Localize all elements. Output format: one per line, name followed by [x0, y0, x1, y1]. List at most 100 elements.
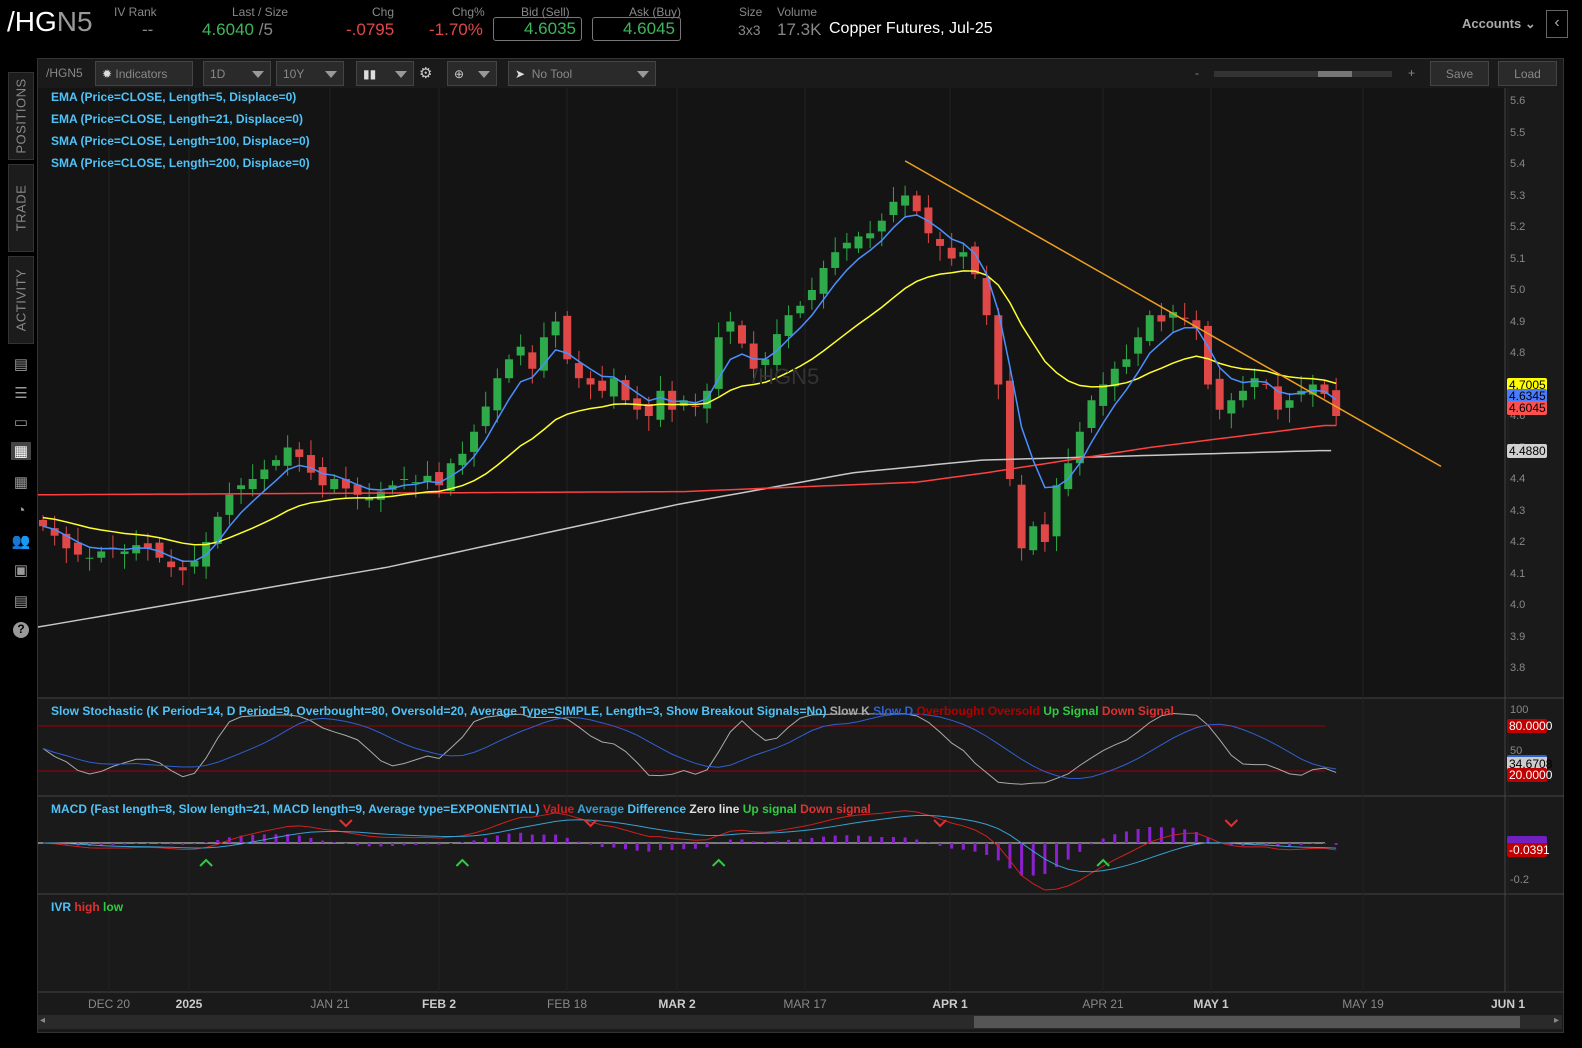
candle-body: [842, 242, 851, 249]
price-axis-label: 5.6: [1510, 95, 1526, 107]
candle-body: [598, 380, 607, 391]
candle-body: [539, 337, 548, 371]
up-signal-icon: [711, 858, 726, 867]
macd-axis-neg02: -0.2: [1510, 874, 1529, 886]
scrollbar-thumb[interactable]: [974, 1016, 1520, 1028]
candle-body: [1332, 390, 1341, 416]
candle-body: [237, 485, 246, 490]
candle-body: [1087, 400, 1096, 428]
date-axis-label: APR 21: [1082, 997, 1124, 1011]
candle-body: [1005, 380, 1014, 479]
candle-body: [901, 195, 910, 206]
price-axis-label: 5.3: [1510, 189, 1526, 202]
scroll-left-icon[interactable]: ◂: [40, 1015, 45, 1026]
candle-body: [1215, 378, 1224, 410]
candle-body: [1029, 526, 1038, 551]
date-axis-label: FEB 2: [421, 997, 457, 1011]
candle-body: [819, 267, 828, 294]
candle-body: [714, 337, 723, 389]
overbought-tag: 80.0000: [1507, 719, 1553, 733]
candle-body: [866, 233, 875, 239]
legend-item: Slow K: [829, 704, 874, 718]
candle-body: [213, 516, 222, 544]
macd-average-line: [42, 814, 1337, 873]
candle-body: [516, 346, 525, 356]
macd-value-tag: -0.0391: [1507, 843, 1550, 857]
price-axis-label: 5.1: [1510, 252, 1526, 265]
legend-item: Up signal: [742, 802, 801, 816]
slow-k-line: [42, 713, 1337, 785]
price-axis-label: 4.4: [1510, 473, 1526, 485]
candle-body: [318, 467, 327, 486]
price-tag: 4.6045: [1507, 401, 1547, 415]
ivr-title[interactable]: IVR high low: [51, 900, 123, 914]
candle-body: [225, 494, 234, 515]
price-axis-label: 4.2: [1510, 536, 1526, 548]
candle-body: [726, 321, 735, 332]
stoch-title[interactable]: Slow Stochastic (K Period=14, D Period=9…: [51, 704, 1174, 718]
candle-body: [772, 334, 781, 365]
candle-body: [97, 551, 106, 558]
candle-body: [1320, 384, 1329, 394]
legend-item: Up Signal: [1043, 704, 1102, 718]
legend-item: Average: [577, 802, 628, 816]
candle-body: [1040, 524, 1049, 542]
candle-body: [470, 431, 479, 452]
date-axis-label: APR 1: [932, 997, 968, 1011]
candle-body: [1145, 315, 1154, 342]
macd-title[interactable]: MACD (Fast length=8, Slow length=21, MAC…: [51, 802, 871, 816]
candle-body: [528, 352, 537, 369]
candle-body: [936, 238, 945, 246]
candle-body: [831, 252, 840, 268]
legend-item: Down Signal: [1101, 704, 1174, 718]
candle-body: [947, 247, 956, 259]
candle-body: [1017, 484, 1026, 549]
candle-body: [283, 447, 292, 466]
date-axis-label: 2025: [175, 997, 203, 1011]
candle-body: [73, 542, 82, 555]
stoch-axis-100: 100: [1510, 704, 1529, 716]
legend-item: Oversold: [987, 704, 1044, 718]
down-signal-icon: [933, 819, 947, 828]
down-signal-icon: [1224, 819, 1239, 828]
date-axis-label: JUN 1: [1490, 997, 1526, 1011]
up-signal-icon: [455, 858, 470, 867]
candle-body: [912, 195, 921, 212]
price-axis-label: 5.4: [1510, 158, 1526, 170]
price-tag: 4.4880: [1507, 444, 1547, 458]
legend-item: Difference: [627, 802, 690, 816]
candle-body: [1250, 378, 1259, 388]
price-axis-label: 3.8: [1510, 662, 1526, 674]
candle-body: [574, 363, 583, 379]
price-axis-label: 4.0: [1510, 599, 1526, 611]
study-ema5[interactable]: EMA (Price=CLOSE, Length=5, Displace=0): [51, 90, 296, 104]
legend-item: Value: [542, 802, 578, 816]
candle-body: [1157, 315, 1166, 322]
candle-body: [1134, 337, 1143, 354]
price-axis-label: 5.5: [1510, 126, 1526, 139]
date-axis-label: JAN 21: [310, 997, 350, 1011]
candle-body: [39, 519, 47, 527]
candle-body: [85, 557, 94, 559]
candle-body: [691, 405, 700, 407]
legend-item: Down signal: [800, 802, 871, 816]
date-axis-label: MAR 17: [783, 997, 827, 1011]
horizontal-scrollbar[interactable]: ◂ ▸: [38, 1015, 1562, 1029]
legend-item: Overbought: [916, 704, 988, 718]
study-sma200[interactable]: SMA (Price=CLOSE, Length=200, Displace=0…: [51, 156, 310, 170]
macd-value-line: [42, 810, 1337, 891]
candle-body: [784, 315, 793, 336]
study-ema21[interactable]: EMA (Price=CLOSE, Length=21, Displace=0): [51, 112, 303, 126]
up-signal-icon: [199, 858, 213, 867]
candle-body: [167, 561, 176, 568]
study-sma100[interactable]: SMA (Price=CLOSE, Length=100, Displace=0…: [51, 134, 310, 148]
candle-body: [400, 479, 409, 480]
candle-body: [1285, 400, 1294, 408]
candle-body: [120, 551, 129, 554]
scroll-right-icon[interactable]: ▸: [1554, 1015, 1559, 1026]
candle-body: [807, 290, 816, 301]
price-axis-label: 3.9: [1510, 630, 1526, 643]
price-axis-label: 4.8: [1510, 347, 1526, 359]
price-axis-label: 4.9: [1510, 315, 1526, 328]
candle-body: [132, 545, 141, 554]
